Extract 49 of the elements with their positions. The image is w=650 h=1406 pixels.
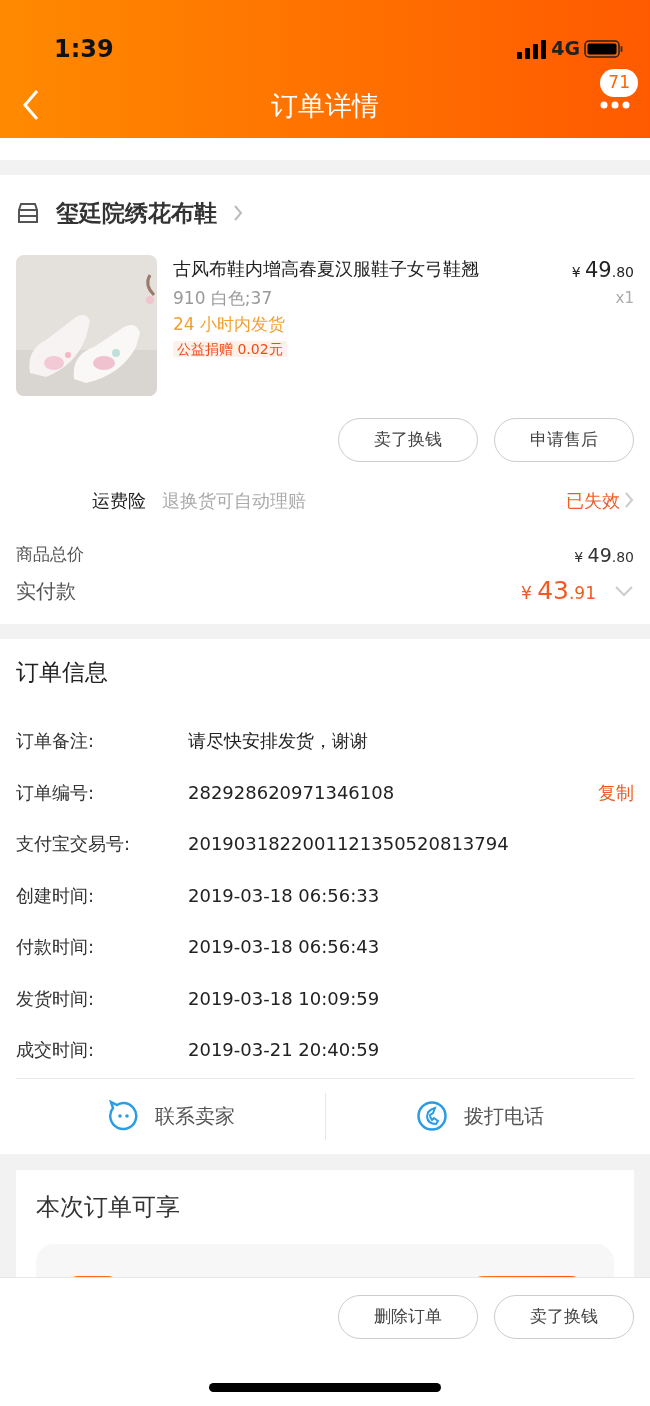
paid-amount: ¥ 43.91 (520, 575, 596, 608)
info-label: 支付宝交易号: (16, 832, 132, 857)
order-action-button[interactable]: 卖了换钱 (494, 1295, 634, 1339)
chat-bubble-icon (106, 1100, 139, 1132)
total-label: 实付款 (16, 578, 77, 605)
contact-action[interactable]: 联系卖家 (154, 1101, 235, 1131)
section-title: 订单信息 (16, 657, 109, 687)
info-value: 282928620971346108 (188, 780, 396, 805)
more-icon[interactable] (600, 101, 630, 109)
insurance-label: 运费险 (92, 488, 146, 513)
item-action-button[interactable]: 申请售后 (494, 418, 634, 462)
subtotal-amount: ¥ 49.80 (574, 542, 634, 568)
info-label: 订单备注: (16, 729, 96, 754)
quantity: x1 (615, 287, 634, 309)
shipping-note: 24 小时内发货 (173, 312, 287, 336)
charity-tag: 公益捐赠 0.02元 (173, 341, 287, 357)
status-time: 1:39 (54, 33, 114, 65)
info-value: 2019-03-18 10:09:59 (188, 986, 381, 1011)
info-value: 2019031822001121350520813794 (188, 832, 510, 857)
item-action-button[interactable]: 卖了换钱 (338, 418, 478, 462)
battery-icon (584, 38, 624, 59)
info-label: 订单编号: (16, 780, 96, 805)
info-label: 发货时间: (16, 986, 96, 1011)
info-label: 付款时间: (16, 935, 96, 960)
notification-count: 71 (600, 69, 638, 97)
contact-action[interactable]: 拨打电话 (464, 1101, 544, 1131)
product-price: ¥ 49.80 (571, 257, 634, 284)
info-label: 创建时间: (16, 883, 96, 908)
store-name[interactable]: 玺廷院绣花布鞋 (56, 195, 217, 231)
section-title: 本次订单可享 (36, 1191, 181, 1223)
total-label: 商品总价 (16, 543, 85, 567)
order-action-button[interactable]: 删除订单 (338, 1295, 478, 1339)
signal-icon (517, 38, 548, 59)
info-label: 成交时间: (16, 1038, 96, 1063)
chevron-right-icon (233, 204, 243, 222)
chevron-down-icon[interactable] (614, 585, 634, 597)
store-icon (16, 202, 40, 224)
chevron-right-icon (624, 491, 634, 509)
product-sku: 910 白色;37 (173, 287, 274, 310)
product-title: 古风布鞋内增高春夏汉服鞋子女弓鞋翘 (173, 257, 480, 281)
phone-icon (416, 1100, 448, 1132)
insurance-description: 退换货可自动理赔 (162, 488, 307, 513)
info-value: 2019-03-18 06:56:33 (188, 883, 381, 908)
info-value: 2019-03-18 06:56:43 (188, 935, 381, 960)
back-icon[interactable] (22, 89, 40, 121)
info-value: 请尽快安排发货，谢谢 (188, 729, 369, 754)
network-label: 4G (551, 36, 580, 62)
info-value: 2019-03-21 20:40:59 (188, 1038, 381, 1063)
page-title: 订单详情 (271, 89, 379, 124)
